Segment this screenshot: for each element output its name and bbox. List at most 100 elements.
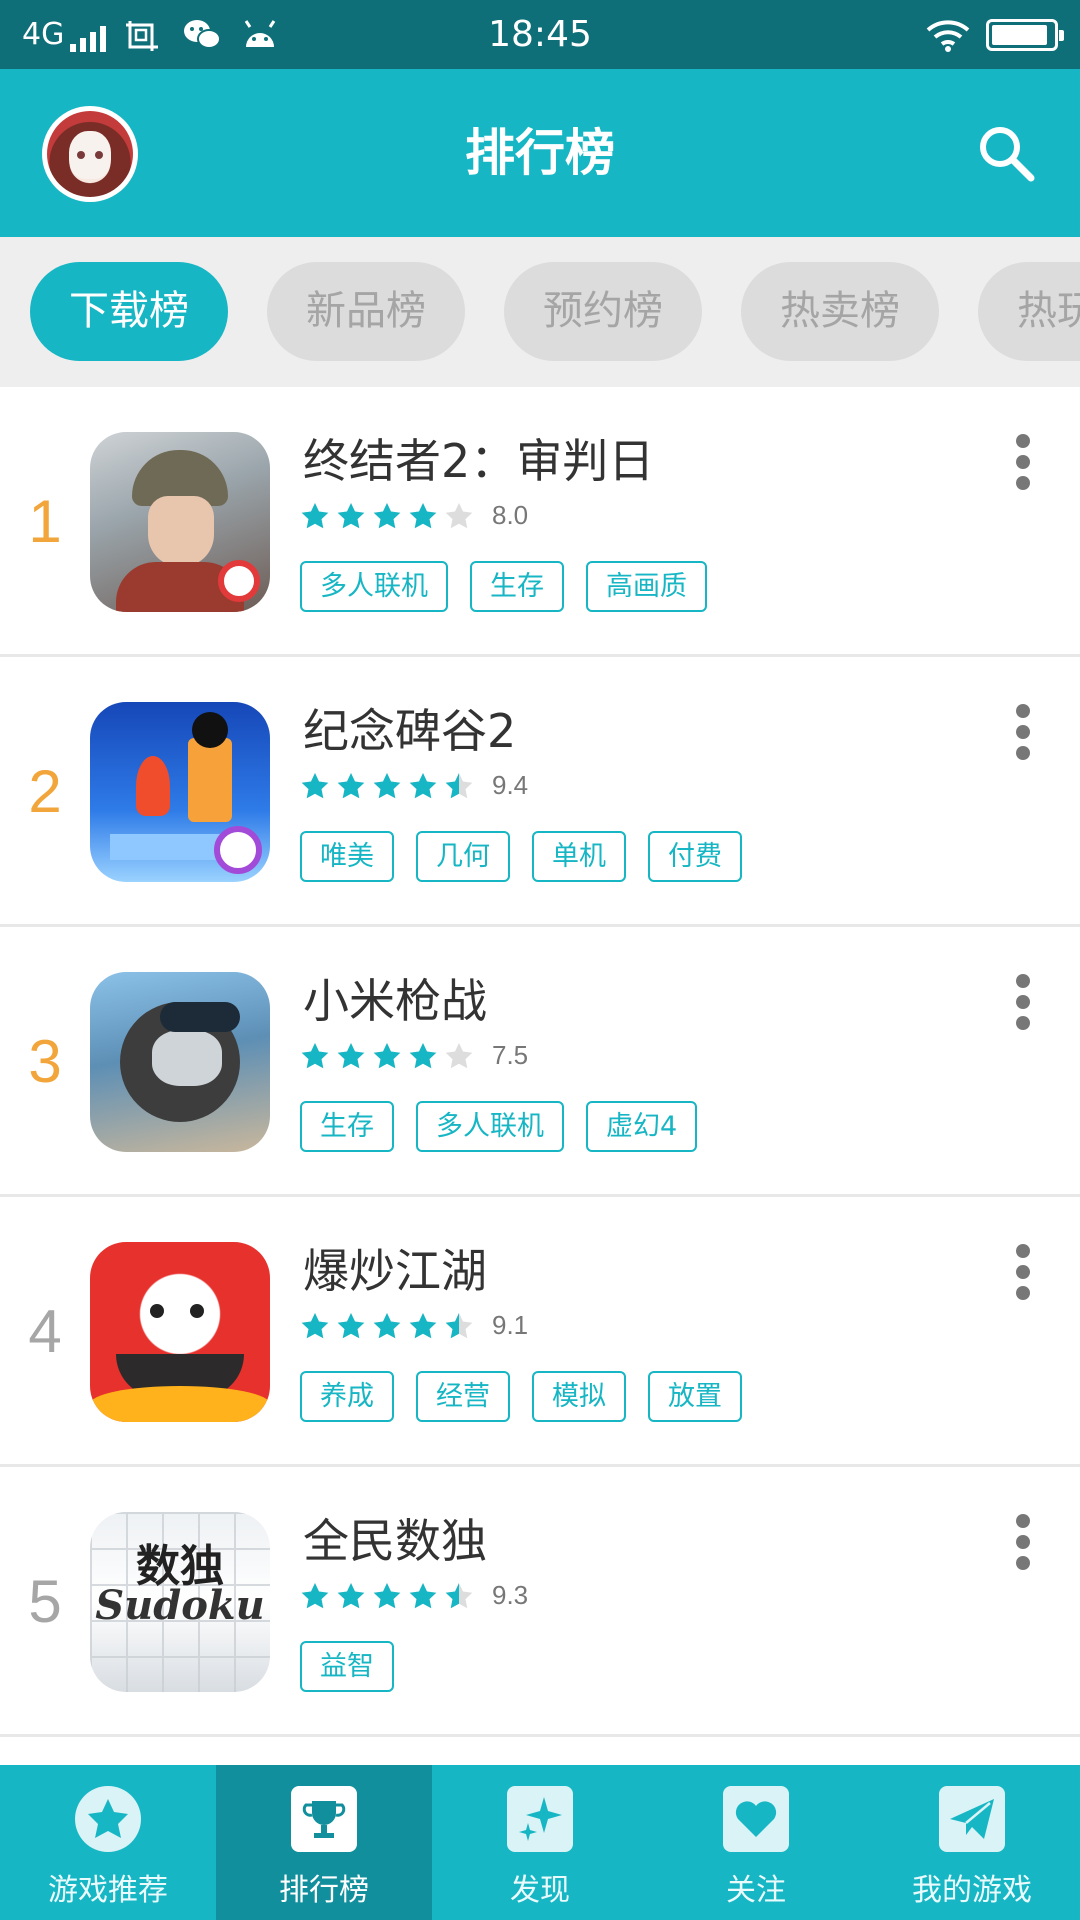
sparkle-icon	[507, 1786, 573, 1852]
rank-number: 4	[28, 1298, 62, 1365]
star-filled-icon	[373, 502, 401, 528]
game-tag[interactable]: 高画质	[586, 561, 707, 612]
star-filled-icon	[301, 772, 329, 798]
more-options-icon[interactable]	[1016, 704, 1032, 760]
trophy-icon	[291, 1786, 357, 1852]
nav-my-games[interactable]: 我的游戏	[864, 1765, 1080, 1920]
rating-score: 9.4	[492, 770, 529, 800]
clock: 18:45	[488, 14, 592, 55]
rating-score: 9.3	[492, 1580, 529, 1610]
nav-label: 关注	[726, 1873, 786, 1908]
tag-list: 养成 经营 模拟 放置	[300, 1371, 742, 1422]
star-filled-icon	[409, 502, 437, 528]
more-options-icon[interactable]	[1016, 1514, 1032, 1570]
list-item[interactable]: 3 小米枪战 7.5 生存 多人联机 虚幻4	[0, 927, 1080, 1197]
nav-recommend[interactable]: 游戏推荐	[0, 1765, 216, 1920]
game-title[interactable]: 爆炒江湖	[303, 1235, 487, 1301]
rating-stars: 7.5	[300, 1040, 528, 1071]
game-tag[interactable]: 经营	[416, 1371, 510, 1422]
rating-score: 8.0	[492, 500, 529, 530]
tab-download[interactable]: 下载榜	[30, 262, 228, 361]
game-list: 1 终结者2：审判日 8.0 多人联机 生存 高画质 2 纪念碑谷2 9.4 唯…	[0, 387, 1080, 1737]
game-tag[interactable]: 几何	[416, 831, 510, 882]
game-title[interactable]: 小米枪战	[303, 965, 487, 1031]
list-item[interactable]: 2 纪念碑谷2 9.4 唯美 几何 单机 付费	[0, 657, 1080, 927]
game-tag[interactable]: 模拟	[532, 1371, 626, 1422]
game-icon[interactable]	[90, 432, 270, 612]
game-title[interactable]: 终结者2：审判日	[303, 425, 654, 491]
star-filled-icon	[301, 1042, 329, 1068]
star-filled-icon	[301, 1312, 329, 1338]
status-bar: 4G 18:45	[0, 0, 1080, 69]
nav-label: 游戏推荐	[48, 1873, 168, 1908]
rank-number: 3	[28, 1028, 62, 1095]
game-tag[interactable]: 单机	[532, 831, 626, 882]
rank-number: 1	[28, 488, 62, 555]
star-empty-icon	[445, 1042, 473, 1068]
game-tag[interactable]: 养成	[300, 1371, 394, 1422]
search-icon[interactable]	[974, 121, 1038, 185]
game-tag[interactable]: 虚幻4	[586, 1101, 698, 1152]
battery-icon	[986, 18, 1064, 51]
tab-new[interactable]: 新品榜	[267, 262, 465, 361]
page-title: 排行榜	[465, 124, 615, 182]
star-filled-icon	[337, 772, 365, 798]
game-tag[interactable]: 生存	[470, 561, 564, 612]
game-tag[interactable]: 唯美	[300, 831, 394, 882]
star-half-icon	[445, 1312, 473, 1338]
star-filled-icon	[409, 1312, 437, 1338]
nav-label: 我的游戏	[912, 1873, 1032, 1908]
nav-label: 发现	[510, 1873, 570, 1908]
app-header: 排行榜	[0, 69, 1080, 237]
tab-hot-play[interactable]: 热玩榜	[978, 262, 1080, 361]
star-filled-icon	[373, 772, 401, 798]
game-tag[interactable]: 生存	[300, 1101, 394, 1152]
star-filled-icon	[337, 1312, 365, 1338]
rating-stars: 9.1	[300, 1310, 528, 1341]
nav-discover[interactable]: 发现	[432, 1765, 648, 1920]
paper-plane-icon	[939, 1786, 1005, 1852]
nav-ranking[interactable]: 排行榜	[216, 1765, 432, 1920]
tag-list: 生存 多人联机 虚幻4	[300, 1101, 698, 1152]
tag-list: 多人联机 生存 高画质	[300, 561, 707, 612]
wifi-icon	[926, 19, 970, 52]
game-tag[interactable]: 放置	[648, 1371, 742, 1422]
rating-stars: 9.3	[300, 1580, 528, 1611]
game-tag[interactable]: 多人联机	[416, 1101, 564, 1152]
star-filled-icon	[373, 1582, 401, 1608]
star-filled-icon	[337, 1042, 365, 1068]
star-half-icon	[445, 1582, 473, 1608]
tag-list: 唯美 几何 单机 付费	[300, 831, 742, 882]
bottom-nav: 游戏推荐 排行榜 发现 关注 我的游戏	[0, 1765, 1080, 1920]
nav-follow[interactable]: 关注	[648, 1765, 864, 1920]
game-icon[interactable]	[90, 1242, 270, 1422]
game-title[interactable]: 全民数独	[303, 1505, 487, 1571]
nav-label: 排行榜	[279, 1873, 369, 1908]
tab-bestselling[interactable]: 热卖榜	[741, 262, 939, 361]
rank-number: 2	[28, 758, 62, 825]
tab-reserve[interactable]: 预约榜	[504, 262, 702, 361]
star-filled-icon	[337, 1582, 365, 1608]
star-filled-icon	[409, 1582, 437, 1608]
list-item[interactable]: 5 数独 Sudoku 全民数独 9.3 益智	[0, 1467, 1080, 1737]
star-half-icon	[445, 772, 473, 798]
list-item[interactable]: 1 终结者2：审判日 8.0 多人联机 生存 高画质	[0, 387, 1080, 657]
star-filled-icon	[301, 502, 329, 528]
list-item[interactable]: 4 爆炒江湖 9.1 养成 经营 模拟 放置	[0, 1197, 1080, 1467]
game-icon[interactable]	[90, 702, 270, 882]
game-tag[interactable]: 益智	[300, 1641, 394, 1692]
star-filled-icon	[409, 772, 437, 798]
game-icon[interactable]	[90, 972, 270, 1152]
more-options-icon[interactable]	[1016, 974, 1032, 1030]
game-icon[interactable]: 数独 Sudoku	[90, 1512, 270, 1692]
star-filled-icon	[373, 1312, 401, 1338]
game-tag[interactable]: 付费	[648, 831, 742, 882]
more-options-icon[interactable]	[1016, 1244, 1032, 1300]
more-options-icon[interactable]	[1016, 434, 1032, 490]
rank-number: 5	[28, 1568, 62, 1635]
game-tag[interactable]: 多人联机	[300, 561, 448, 612]
heart-icon	[723, 1786, 789, 1852]
star-empty-icon	[445, 502, 473, 528]
rating-score: 9.1	[492, 1310, 529, 1340]
game-title[interactable]: 纪念碑谷2	[303, 695, 516, 761]
